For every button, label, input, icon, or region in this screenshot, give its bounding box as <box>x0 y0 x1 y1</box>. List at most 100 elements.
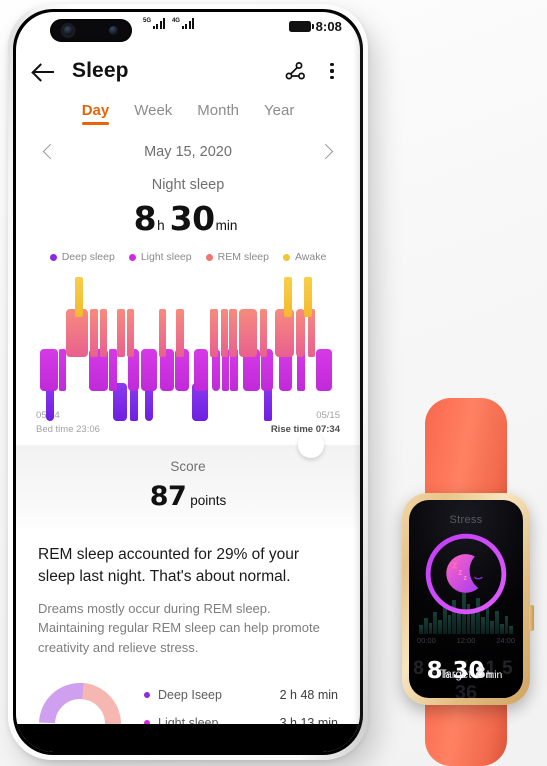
status-right: 8:08 <box>288 19 342 34</box>
sleep-segment-rem-sleep <box>229 309 237 357</box>
sleep-duration: 8h 30min <box>16 199 360 238</box>
legend-item-rem-sleep: REM sleep <box>205 251 269 263</box>
camera-lens-right-icon <box>109 26 118 35</box>
sleep-segment-awake <box>304 277 312 317</box>
sleeping-moon-icon: z z z <box>425 533 507 615</box>
watch-axis-start: 00:00 <box>417 636 436 645</box>
duration-minutes: 30 <box>169 199 215 238</box>
back-arrow-icon[interactable] <box>30 57 58 85</box>
camera-cutout-icon <box>50 19 132 42</box>
score-number: 87 <box>149 480 187 512</box>
score-value-row: 87 points <box>16 481 360 512</box>
sleep-stage-chart[interactable] <box>16 277 360 421</box>
breakdown-dot-deep-sleep <box>144 692 150 699</box>
sleep-segment-rem-sleep <box>238 309 258 357</box>
sleep-segment-light-sleep <box>58 349 67 391</box>
status-clock: 8:08 <box>315 19 342 34</box>
camera-lens-left-icon <box>64 26 73 35</box>
breakdown-value-deep-sleep: 2 h 48 min <box>279 688 338 703</box>
sleep-segment-awake <box>284 277 292 317</box>
app-bar: Sleep <box>16 46 360 92</box>
sleep-segment-light-sleep <box>39 349 59 391</box>
tab-week[interactable]: Week <box>134 102 172 125</box>
legend-label-deep-sleep: Deep sleep <box>61 251 115 263</box>
watch-screen-title: Stress <box>449 514 483 526</box>
watch-body: Stress 00:00 12:00 24:00 83 7 15 36 z z … <box>402 493 534 705</box>
legend-item-light-sleep: Light sleep <box>128 251 192 263</box>
svg-text:z: z <box>452 560 458 572</box>
bottom-bezel <box>16 724 360 752</box>
legend-item-awake: Awake <box>282 251 327 263</box>
tab-day[interactable]: Day <box>81 102 109 125</box>
more-vertical-icon[interactable] <box>322 58 342 84</box>
status-bar: 5G 4G 8:08 <box>16 12 360 46</box>
watch-ghost-number-2: 36 <box>454 682 478 698</box>
tab-month[interactable]: Month <box>197 102 239 125</box>
chevron-right-icon[interactable] <box>316 141 338 163</box>
sleep-segment-light-sleep <box>193 349 208 391</box>
watch-axis-end: 24:00 <box>496 636 515 645</box>
sleep-segment-rem-sleep <box>117 309 125 357</box>
legend-dot-awake <box>282 253 290 261</box>
bed-time-label: Bed time 23:06 <box>36 423 100 435</box>
duration-hours: 8 <box>133 199 157 238</box>
rise-date-label: 05/15 <box>316 410 340 421</box>
tab-year[interactable]: Year <box>264 102 294 125</box>
sleep-segment-awake <box>75 277 83 317</box>
sleep-segment-light-sleep <box>316 349 333 391</box>
legend-dot-deep-sleep <box>49 253 57 261</box>
legend-item-deep-sleep: Deep sleep <box>49 251 115 263</box>
watch-axis-labels: 00:00 12:00 24:00 <box>417 636 515 645</box>
legend-dot-light-sleep <box>128 253 136 261</box>
duration-minutes-unit: min <box>215 218 238 233</box>
svg-text:z: z <box>458 567 463 577</box>
breakdown-label-deep-sleep: Deep Iseep <box>158 688 222 703</box>
sleep-segment-light-sleep <box>109 349 117 391</box>
signal-bars-2 <box>181 18 194 29</box>
duration-hours-unit: h <box>157 218 165 233</box>
advice-body: Dreams mostly occur during REM sleep. Ma… <box>38 600 320 656</box>
watch-target-row: Target 8h <box>409 663 523 682</box>
legend-label-light-sleep: Light sleep <box>140 251 192 263</box>
phone-screen: 5G 4G 8:08 Sleep Day Week Month Year May… <box>16 12 360 752</box>
score-card: Score 87 points <box>16 431 360 528</box>
phone-device: 5G 4G 8:08 Sleep Day Week Month Year May… <box>8 4 368 760</box>
sleep-chart-canvas <box>34 277 342 421</box>
date-navigation: May 15, 2020 <box>16 125 360 163</box>
signal-group: 5G 4G <box>143 18 194 29</box>
score-unit: points <box>190 492 227 508</box>
network-label-1: 5G <box>143 18 152 24</box>
advice-section: REM sleep accounted for 29% of your slee… <box>16 528 360 659</box>
share-icon[interactable] <box>282 58 308 84</box>
page-title: Sleep <box>72 59 129 82</box>
list-item: Deep Iseep 2 h 48 min <box>144 688 338 702</box>
battery-icon <box>288 21 314 32</box>
scroll-handle-icon[interactable] <box>298 431 324 458</box>
sleep-segment-rem-sleep <box>210 309 218 357</box>
sleep-segment-rem-sleep <box>176 309 184 357</box>
signal-4g-icon: 4G <box>172 18 194 29</box>
signal-bars-1 <box>153 18 165 29</box>
watch-screen: Stress 00:00 12:00 24:00 83 7 15 36 z z … <box>409 500 523 698</box>
chart-legend: Deep sleep Light sleep REM sleep Awake <box>16 251 360 263</box>
period-tabs: Day Week Month Year <box>16 92 360 125</box>
sleep-segment-rem-sleep <box>99 309 108 357</box>
legend-label-awake: Awake <box>294 251 327 263</box>
legend-dot-rem-sleep <box>205 253 213 261</box>
watch-target-value: 8 <box>474 663 486 682</box>
score-label: Score <box>170 458 206 474</box>
watch-axis-mid: 12:00 <box>456 636 476 645</box>
sleep-segment-rem-sleep <box>259 309 268 357</box>
svg-text:z: z <box>463 575 467 582</box>
sleep-segment-rem-sleep <box>126 309 135 357</box>
signal-5g-icon: 5G <box>143 18 165 29</box>
legend-label-rem-sleep: REM sleep <box>217 251 269 263</box>
sleep-segment-light-sleep <box>140 349 158 391</box>
sleep-segment-rem-sleep <box>220 309 229 357</box>
chevron-left-icon[interactable] <box>38 141 60 163</box>
night-sleep-label: Night sleep <box>151 177 225 193</box>
watch-side-button[interactable] <box>529 605 534 631</box>
network-label-2: 4G <box>171 18 180 24</box>
advice-headline: REM sleep accounted for 29% of your slee… <box>38 545 300 585</box>
watch-target-label: Target <box>439 669 472 681</box>
